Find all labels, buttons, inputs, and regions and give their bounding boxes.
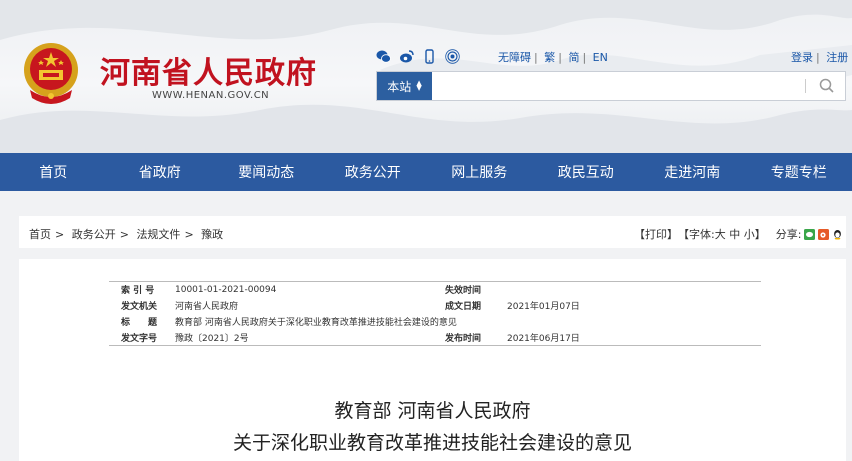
nav-item-online-services[interactable]: 网上服务 xyxy=(426,153,533,191)
breadcrumb-item-affairs[interactable]: 政务公开 xyxy=(72,228,116,241)
breadcrumb-item-home[interactable]: 首页 xyxy=(29,228,51,241)
share-wechat-icon[interactable] xyxy=(804,228,816,240)
auth-links: 登录 | 注册 xyxy=(791,51,849,64)
created-date-value: 2021年01月07日 xyxy=(507,302,580,312)
nav-item-government-affairs[interactable]: 政务公开 xyxy=(320,153,427,191)
doc-number-value: 豫政〔2021〕2号 xyxy=(175,333,249,344)
nav-item-provincial-government[interactable]: 省政府 xyxy=(107,153,214,191)
search-scope-label: 本站 xyxy=(387,79,412,94)
expire-time-label: 失效时间 xyxy=(445,286,482,297)
font-medium-button[interactable]: 中 xyxy=(729,226,740,242)
search-icon[interactable] xyxy=(817,76,837,96)
weibo-icon[interactable] xyxy=(399,49,414,64)
site-title[interactable]: 河南省人民政府 xyxy=(100,48,317,92)
table-row: 索 引 号 10001-01-2021-00094 失效时间 xyxy=(109,282,761,298)
expire-time-value xyxy=(503,282,761,298)
breadcrumb: 首页 > 政务公开 > 法规文件 > 豫政 xyxy=(29,228,224,241)
issuer-label: 发文机关 xyxy=(121,302,158,312)
nav-item-special-topics[interactable]: 专题专栏 xyxy=(746,153,852,191)
published-time-value: 2021年06月17日 xyxy=(507,333,580,344)
index-number-value: 10001-01-2021-00094 xyxy=(175,284,277,295)
simplified-chinese-link[interactable]: 简 xyxy=(568,51,579,64)
nav-item-news[interactable]: 要闻动态 xyxy=(213,153,320,191)
index-number-label: 索 引 号 xyxy=(121,286,155,297)
font-size-suffix: 】 xyxy=(754,228,766,241)
search-divider xyxy=(805,79,806,93)
font-large-button[interactable]: 大 xyxy=(715,226,726,242)
wechat-icon[interactable] xyxy=(376,49,391,64)
table-row: 标 题 教育部 河南省人民政府关于深化职业教育改革推进技能社会建设的意见 xyxy=(109,314,761,330)
doc-number-label: 发文字号 xyxy=(121,333,158,344)
document-title-line-1: 教育部 河南省人民政府 xyxy=(334,400,531,422)
social-links xyxy=(376,49,460,64)
breadcrumb-bar: 首页 > 政务公开 > 法规文件 > 豫政 【打印】 【字体: 大 中 小 】 分享: xyxy=(19,216,846,248)
article-tools: 【打印】 【字体: 大 中 小 】 分享: xyxy=(634,226,843,242)
share-label: 分享: xyxy=(775,228,802,241)
search-input[interactable] xyxy=(437,75,797,97)
breadcrumb-item-regulations[interactable]: 法规文件 xyxy=(136,228,180,241)
document-metadata-table: 索 引 号 10001-01-2021-00094 失效时间 发文机关 河南省人… xyxy=(109,281,761,346)
site-header: 河南省人民政府 WWW.HENAN.GOV.CN 无障碍 | 繁 | 简 | EN 登… xyxy=(0,0,852,153)
search-scope-select[interactable]: 本站 ▲ ▼ xyxy=(377,72,432,100)
login-link[interactable]: 登录 xyxy=(791,51,813,64)
register-link[interactable]: 注册 xyxy=(826,51,848,64)
issuer-value: 河南省人民政府 xyxy=(175,302,239,312)
title-value: 教育部 河南省人民政府关于深化职业教育改革推进技能社会建设的意见 xyxy=(175,318,457,328)
article-content: 索 引 号 10001-01-2021-00094 失效时间 发文机关 河南省人… xyxy=(19,259,846,461)
share-weibo-icon[interactable] xyxy=(818,228,830,240)
national-emblem-icon xyxy=(24,43,78,104)
document-title-line-2: 关于深化职业教育改革推进技能社会建设的意见 xyxy=(232,432,632,454)
table-row: 发文机关 河南省人民政府 成文日期 2021年01月07日 xyxy=(109,298,761,314)
main-nav: 首页 省政府 要闻动态 政务公开 网上服务 政民互动 走进河南 专题专栏 xyxy=(0,153,852,191)
print-button[interactable]: 【打印】 xyxy=(634,226,678,242)
mobile-icon[interactable] xyxy=(422,49,437,64)
created-date-label: 成文日期 xyxy=(445,302,482,312)
accessibility-link[interactable]: 无障碍 xyxy=(498,51,531,64)
published-time-label: 发布时间 xyxy=(445,333,482,344)
nav-item-interaction[interactable]: 政民互动 xyxy=(533,153,640,191)
table-row: 发文字号 豫政〔2021〕2号 发布时间 2021年06月17日 xyxy=(109,330,761,346)
select-arrows-icon: ▲ ▼ xyxy=(416,79,422,92)
share-qq-icon[interactable] xyxy=(832,229,843,240)
breadcrumb-item-yuzheng[interactable]: 豫政 xyxy=(201,228,223,241)
nav-item-about-henan[interactable]: 走进河南 xyxy=(639,153,746,191)
nav-item-home[interactable]: 首页 xyxy=(0,153,107,191)
font-size-prefix: 【字体: xyxy=(678,228,715,241)
search-bar: 本站 ▲ ▼ xyxy=(376,71,846,101)
language-links: 无障碍 | 繁 | 简 | EN xyxy=(498,51,608,64)
english-link[interactable]: EN xyxy=(593,51,608,64)
site-url: WWW.HENAN.GOV.CN xyxy=(152,90,270,101)
traditional-chinese-link[interactable]: 繁 xyxy=(544,51,555,64)
broadcast-icon[interactable] xyxy=(445,49,460,64)
title-label: 标 题 xyxy=(121,318,158,328)
font-small-button[interactable]: 小 xyxy=(744,226,755,242)
